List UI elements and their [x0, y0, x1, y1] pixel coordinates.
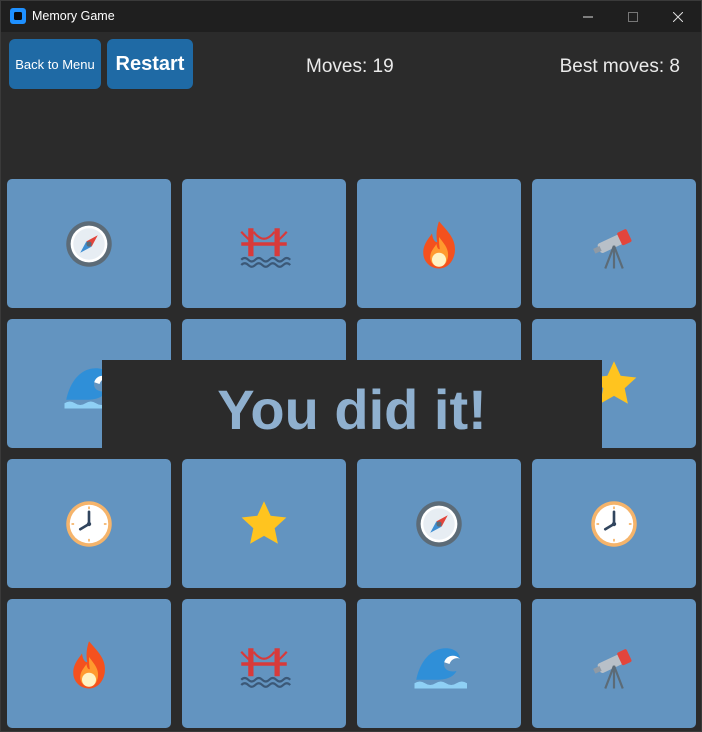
app-icon [10, 8, 26, 24]
maximize-icon [628, 11, 638, 22]
clock-icon [66, 500, 112, 547]
card-1-3[interactable] [357, 179, 521, 308]
minimize-button[interactable] [565, 1, 611, 32]
best-moves-counter: Best moves: 8 [559, 56, 680, 77]
card-1-1[interactable] [7, 179, 171, 308]
bridge-icon [240, 647, 292, 688]
app-window: Memory Game Back to Menu Restart Moves: … [0, 0, 702, 732]
wave-icon [414, 647, 467, 688]
card-3-2[interactable] [182, 459, 346, 588]
card-3-1[interactable] [7, 459, 171, 588]
close-icon [673, 11, 683, 22]
back-to-menu-button[interactable]: Back to Menu [9, 39, 101, 89]
win-message: You did it! [217, 378, 487, 441]
compass-icon [416, 500, 462, 547]
card-3-4[interactable] [532, 459, 696, 588]
telescope-icon [593, 228, 632, 269]
star-icon [241, 500, 287, 544]
maximize-button[interactable] [610, 1, 656, 32]
card-4-2[interactable] [182, 599, 346, 728]
compass-icon [66, 220, 112, 267]
card-1-2[interactable] [182, 179, 346, 308]
win-message-banner: You did it! [102, 360, 602, 459]
moves-counter: Moves: 19 [306, 56, 394, 77]
card-4-1[interactable] [7, 599, 171, 728]
card-1-4[interactable] [532, 179, 696, 308]
card-4-3[interactable] [357, 599, 521, 728]
title-bar: Memory Game [1, 1, 701, 32]
fire-icon [73, 640, 105, 688]
fire-icon [423, 220, 455, 268]
close-button[interactable] [655, 1, 701, 32]
window-title: Memory Game [32, 9, 115, 23]
clock-icon [591, 500, 637, 547]
card-4-4[interactable] [532, 599, 696, 728]
bridge-icon [240, 227, 292, 268]
minimize-icon [583, 16, 593, 17]
telescope-icon [593, 648, 632, 689]
card-3-3[interactable] [357, 459, 521, 588]
restart-button[interactable]: Restart [107, 39, 193, 89]
